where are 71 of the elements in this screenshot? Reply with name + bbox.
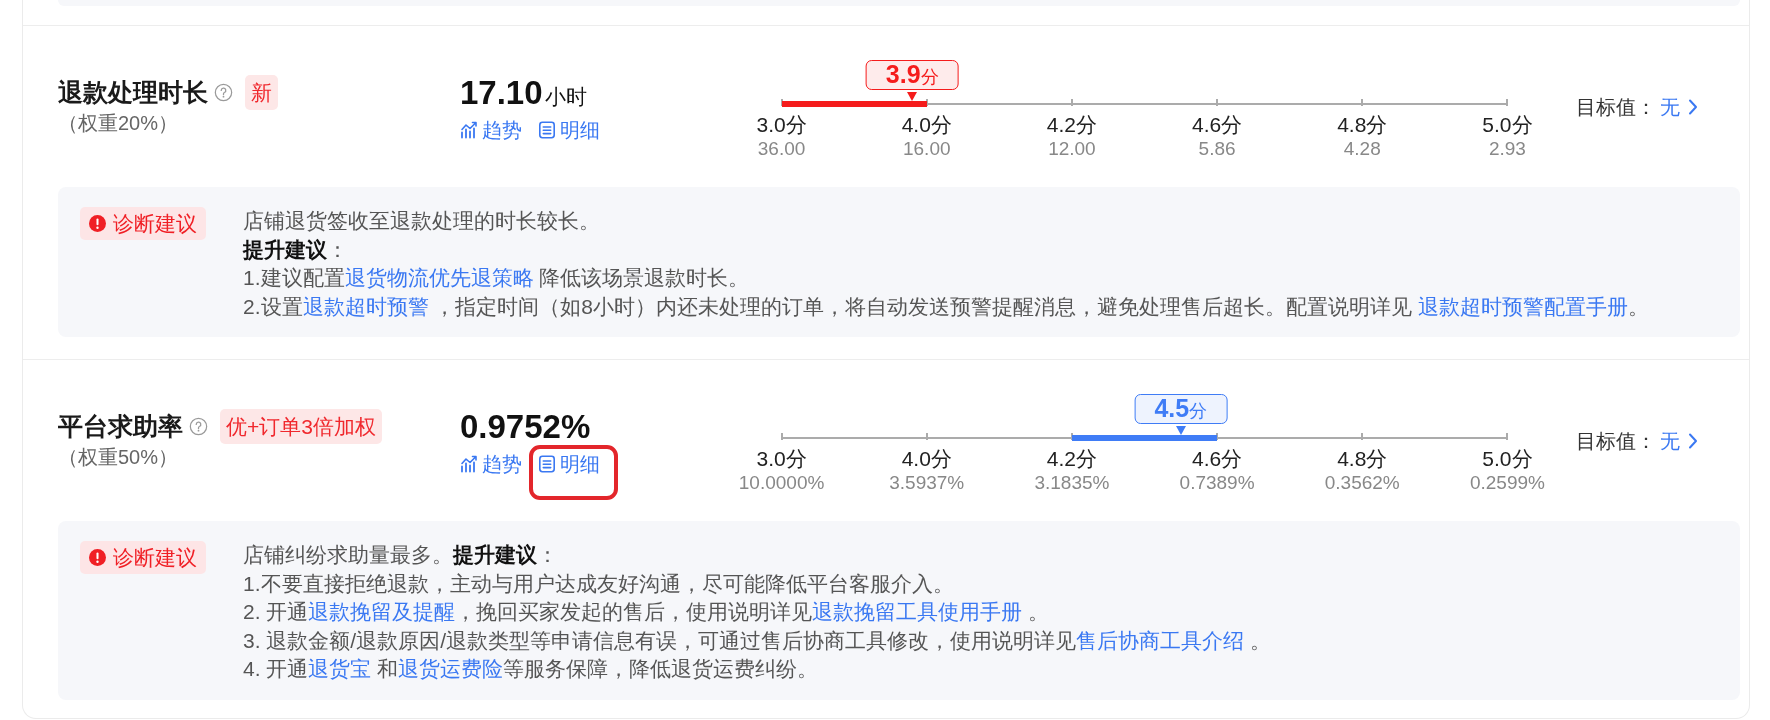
advice-text: 店铺退货签收至退款处理的时长较长。 xyxy=(243,208,600,234)
tick-value: 2.93 xyxy=(1488,137,1526,161)
tick-label: 4.8分 xyxy=(1337,447,1388,471)
tick-label: 4.0分 xyxy=(901,113,952,137)
document-icon xyxy=(538,455,556,473)
advice-text: 2.设置退款超时预警 ，指定时间（如8小时）内还未处理的订单，将自动发送预警提醒消息，避免处理售后超长。配置说明详见 退款超时预警配置手册。 xyxy=(243,293,1649,320)
tick-value: 0.7389% xyxy=(1179,471,1255,495)
metric-title: 平台求助率 xyxy=(58,411,183,442)
tick-value: 12.00 xyxy=(1048,137,1096,161)
diagnosis-label: 诊断建议 xyxy=(113,545,197,571)
target-link[interactable]: 无 xyxy=(1660,95,1698,119)
help-icon[interactable] xyxy=(214,83,233,102)
tick-value: 36.00 xyxy=(757,137,806,161)
advice-text: 3. 退款金额/退款原因/退款类型等申请信息有误，可通过售后协商工具修改，使用说明详见售后协商工具介绍 。 xyxy=(243,627,1271,654)
advice-text: 4. 开通退货宝 和退货运费险等服务保障，降低退货运费纠纷。 xyxy=(243,656,819,682)
advice-text: 1.不要直接拒绝退款，主动与用户达成友好沟通，尽可能降低平台客服介入。 xyxy=(243,570,954,597)
metric-weight: （权重50%） xyxy=(58,445,179,470)
metric-title: 退款处理时长 xyxy=(58,77,208,108)
tick-label: 5.0分 xyxy=(1482,113,1533,137)
metric-value: 0.9752% xyxy=(460,407,591,447)
tick-value: 3.1835% xyxy=(1034,471,1110,495)
advice-text: 2. 开通退款挽留及提醒，挽回买家发起的售后，使用说明详见退款挽留工具使用手册 。 xyxy=(243,599,1050,625)
target-label: 目标值： xyxy=(1576,429,1656,453)
tick-label: 5.0分 xyxy=(1482,447,1533,471)
tick-value: 0.3562% xyxy=(1324,471,1400,495)
tick-label: 4.0分 xyxy=(901,447,952,471)
advice-text: 店铺纠纷求助量最多。提升建议： xyxy=(243,542,558,568)
tick-label: 4.2分 xyxy=(1046,447,1097,471)
detail-link[interactable]: 明细 xyxy=(538,451,600,477)
alert-icon xyxy=(89,549,106,566)
tick-label: 3.0分 xyxy=(756,447,807,471)
score-bubble: 3.9分 xyxy=(865,60,959,90)
advice-link[interactable]: 退货宝 xyxy=(308,657,372,680)
tick-label: 4.6分 xyxy=(1191,113,1243,137)
help-icon[interactable] xyxy=(189,417,208,436)
score-bubble: 4.5分 xyxy=(1134,394,1228,424)
metric-value: 17.10小时 xyxy=(460,73,587,113)
advice-link[interactable]: 退货运费险 xyxy=(398,657,504,680)
diagnosis-label: 诊断建议 xyxy=(113,211,197,237)
advice-text: 提升建议： xyxy=(243,236,348,263)
trend-icon xyxy=(460,455,478,473)
detail-link[interactable]: 明细 xyxy=(538,117,600,143)
advice-link[interactable]: 退款超时预警 xyxy=(302,294,429,318)
chevron-right-icon xyxy=(1688,99,1698,115)
metric-tag: 优+订单3倍加权 xyxy=(220,409,382,444)
tick-label: 3.0分 xyxy=(756,113,807,137)
advice-link[interactable]: 退款超时预警配置手册 xyxy=(1417,294,1628,318)
tick-value: 5.86 xyxy=(1198,137,1236,161)
alert-icon xyxy=(89,215,106,232)
chevron-right-icon xyxy=(1688,433,1698,449)
tick-value: 4.28 xyxy=(1343,137,1381,161)
tick-label: 4.8分 xyxy=(1337,113,1388,137)
target-label: 目标值： xyxy=(1576,95,1656,119)
advice-link[interactable]: 退款挽留工具使用手册 xyxy=(812,600,1023,623)
tick-label: 4.6分 xyxy=(1191,447,1243,471)
tick-value: 0.2599% xyxy=(1469,471,1545,495)
target-link[interactable]: 无 xyxy=(1660,429,1698,453)
metric-tag: 新 xyxy=(245,75,278,110)
advice-link[interactable]: 退款挽留及提醒 xyxy=(308,600,456,623)
trend-icon xyxy=(460,121,478,139)
advice-link[interactable]: 售后协商工具介绍 xyxy=(1076,628,1245,652)
tick-label: 4.2分 xyxy=(1046,113,1097,137)
tick-value: 3.5937% xyxy=(889,471,965,495)
advice-text: 1.建议配置退货物流优先退策略 降低该场景退款时长。 xyxy=(243,265,750,291)
trend-link[interactable]: 趋势 xyxy=(460,117,522,143)
tick-value: 10.0000% xyxy=(738,471,825,495)
advice-link[interactable]: 退货物流优先退策略 xyxy=(344,266,534,289)
document-icon xyxy=(538,121,556,139)
metric-weight: （权重20%） xyxy=(58,111,179,136)
tick-value: 16.00 xyxy=(902,137,951,161)
trend-link[interactable]: 趋势 xyxy=(460,451,522,477)
